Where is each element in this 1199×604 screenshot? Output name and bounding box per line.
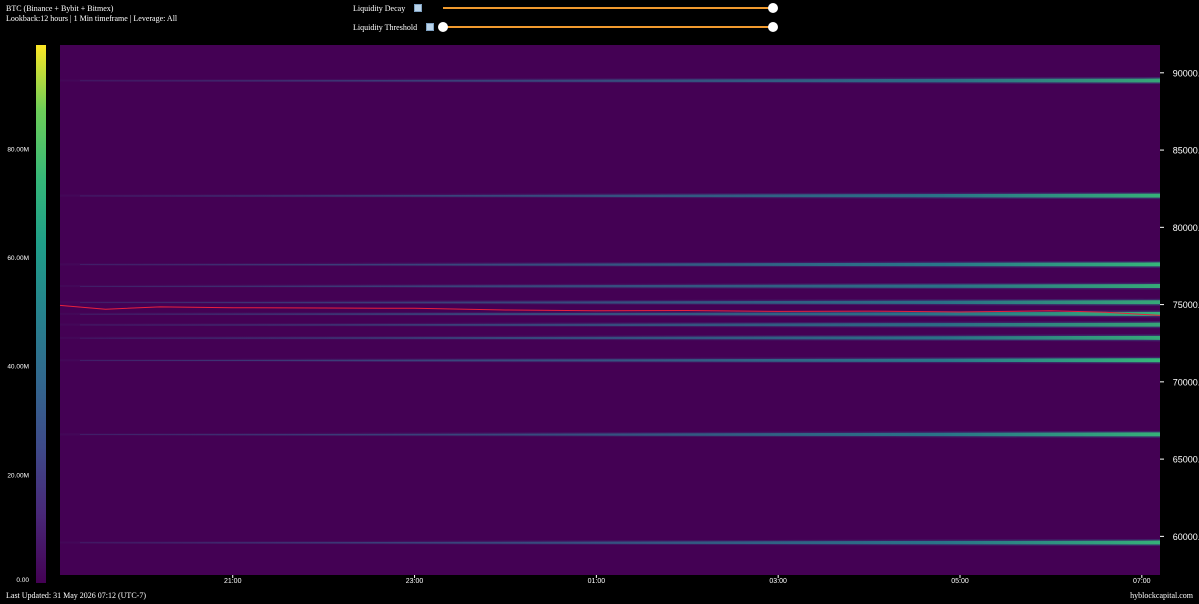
colorbar-tick-label: 80.00M	[7, 146, 29, 153]
colorbar-tick-label: 60.00M	[7, 255, 29, 262]
colorbar	[36, 45, 46, 583]
y-tick-label: 75000.0	[1173, 300, 1199, 310]
colorbar-tick-label: 0.00	[16, 577, 29, 584]
colorbar-tick-label: 20.00M	[7, 472, 29, 479]
x-tick-label: 03:00	[769, 578, 787, 585]
source-link[interactable]: hyblockcapital.com	[1130, 591, 1193, 600]
y-axis-ticks: 60000.0 65000.0 70000.0 75000.0 80000.0 85000…	[1160, 68, 1199, 542]
x-tick-label: 01:00	[588, 578, 606, 585]
last-updated-text: Last Updated: 31 May 2026 07:12 (UTC-7)	[6, 591, 146, 600]
x-tick-label: 07:00	[1133, 578, 1151, 585]
x-tick-label: 23:00	[406, 578, 424, 585]
y-tick-label: 85000.0	[1173, 146, 1199, 156]
liquidation-heatmap-chart: 0.00 20.00M 40.00M 60.00M 80.00M 60000.0 6500…	[7, 45, 1199, 585]
x-axis-ticks: 21:00 23:00 01:00 03:00 05:00 07:00	[224, 575, 1151, 585]
x-tick-label: 21:00	[224, 578, 242, 585]
y-tick-label: 70000.0	[1173, 377, 1199, 387]
y-tick-label: 80000.0	[1173, 223, 1199, 233]
colorbar-ticks: 0.00 20.00M 40.00M 60.00M 80.00M	[7, 146, 29, 584]
y-tick-label: 60000.0	[1173, 532, 1199, 542]
colorbar-tick-label: 40.00M	[7, 364, 29, 371]
x-tick-label: 05:00	[951, 578, 969, 585]
heatmap-plot-area	[60, 45, 1160, 575]
y-tick-label: 90000.0	[1173, 68, 1199, 78]
y-tick-label: 65000.0	[1173, 455, 1199, 465]
